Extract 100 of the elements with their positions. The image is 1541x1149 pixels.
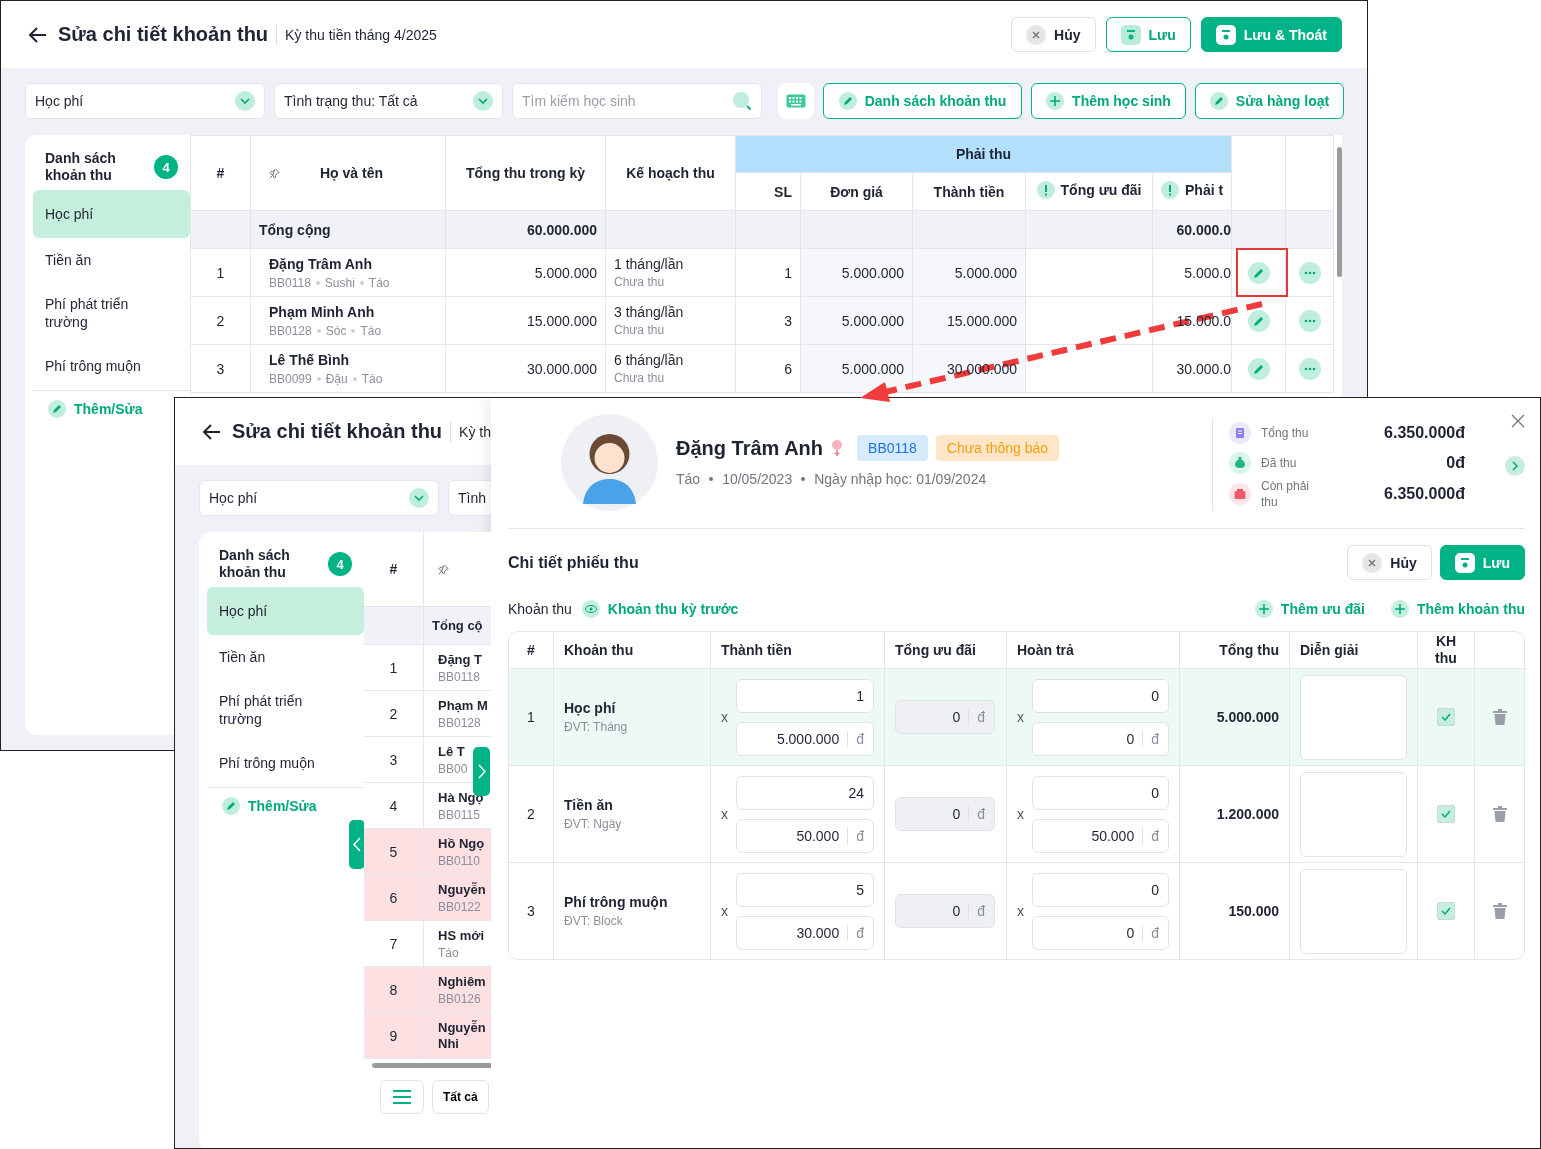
keyboard-button[interactable] (778, 83, 814, 119)
checkbox[interactable] (1437, 708, 1455, 726)
more-icon[interactable] (1298, 261, 1321, 284)
warning-icon (1036, 181, 1055, 199)
student-meta: Sushi (324, 275, 355, 290)
status-select[interactable]: Tình trạng thu: Tất cả (274, 83, 503, 119)
status-text: Chưa thu (614, 371, 665, 385)
pin-icon[interactable] (269, 167, 280, 179)
filter-button[interactable]: Tất cả (432, 1080, 489, 1114)
student-name: Phạm M (438, 697, 489, 714)
save-icon (1454, 552, 1475, 573)
plus-icon (1390, 600, 1409, 618)
column-header: Tổng thu trong kỳ (466, 165, 585, 181)
pencil-icon[interactable] (1247, 357, 1270, 380)
column-header: # (389, 561, 398, 577)
search-field[interactable]: Tìm kiếm học sinh (512, 83, 762, 119)
note-field[interactable] (1300, 674, 1407, 760)
row-number: 9 (389, 1027, 398, 1044)
table-cell: 60.000.000 (526, 221, 597, 238)
column-header: Khoản thu (564, 642, 634, 658)
chevron-down-icon (409, 488, 429, 508)
sidebar-item[interactable]: Phí trông muộn (33, 344, 190, 388)
fee-total: 150.000 (1228, 903, 1279, 919)
sidebar-item[interactable]: Học phí (33, 190, 190, 238)
student-meta: Sóc (325, 323, 347, 338)
note-field[interactable] (1300, 771, 1407, 857)
discount-field: 0 đ (895, 700, 995, 734)
sidebar-item[interactable]: Tiền ăn (33, 238, 190, 282)
back-arrow-icon[interactable] (28, 24, 48, 45)
scrollbar[interactable] (372, 1063, 491, 1068)
pin-icon[interactable] (438, 563, 449, 575)
collapse-tab[interactable] (349, 820, 365, 869)
refund-amount-field[interactable]: 50.000 đ (1032, 818, 1169, 853)
sidebar-item[interactable]: Học phí (207, 587, 364, 635)
pencil-icon[interactable] (1247, 309, 1270, 332)
trash-icon[interactable] (1492, 903, 1507, 919)
form-button[interactable]: Hủy (1347, 545, 1432, 580)
table-cell: 5.000.000 (534, 264, 597, 281)
student-meta: BB0099 (269, 371, 312, 386)
table-row[interactable]: 8 Nghiêm BB0126 (364, 967, 491, 1013)
close-icon (1362, 552, 1383, 573)
refund-amount-field[interactable]: 0 đ (1032, 915, 1169, 950)
refund-quantity-field[interactable]: 0 (1032, 872, 1169, 907)
table-row[interactable]: 6 Nguyễn BB0122 (364, 875, 491, 921)
column-header: Phải t (1185, 182, 1224, 198)
column-header: Tổng thu (1219, 642, 1279, 658)
quantity-field[interactable]: 24 (736, 775, 874, 810)
table-cell: 15.000.000 (946, 312, 1017, 329)
row-number: 5 (389, 843, 398, 860)
sidebar-item[interactable]: Phí trông muộn (207, 741, 364, 785)
refund-quantity-field[interactable]: 0 (1032, 678, 1169, 713)
sidebar-item[interactable]: Tiền ăn (207, 635, 364, 679)
checkbox[interactable] (1437, 805, 1455, 823)
discount-field: 0 đ (895, 797, 995, 831)
student-name: Lê Thế Bình (269, 351, 350, 368)
table-row[interactable]: 5 Hồ Ngọ BB0110 (364, 829, 491, 875)
trash-icon[interactable] (1492, 806, 1507, 822)
scrollbar[interactable] (1337, 147, 1343, 277)
fee-select[interactable]: Học phí (199, 480, 439, 516)
quantity-field[interactable]: 5 (736, 872, 874, 907)
back-arrow-icon[interactable] (202, 421, 222, 442)
trash-icon[interactable] (1492, 709, 1507, 725)
fee-row[interactable]: 1 Học phí ĐVT: Tháng x 1 5.000.000 đ 0 đ x 0 0 đ 5.000.000 (509, 668, 1524, 765)
summary-value: 6.350.000đ (1384, 485, 1465, 503)
quantity-field[interactable]: 1 (736, 678, 874, 713)
chevron-right-icon[interactable] (1505, 456, 1525, 476)
menu-icon (392, 1089, 412, 1105)
student-meta: Ngày nhập học: 01/09/2024 (814, 471, 987, 487)
fee-row[interactable]: 3 Phí trông muộn ĐVT: Block x 5 30.000 đ 0 đ x 0 0 đ 150.000 (509, 862, 1524, 959)
fee-unit: ĐVT: Tháng (564, 720, 628, 734)
fee-row[interactable]: 2 Tiền ăn ĐVT: Ngày x 24 50.000 đ 0 đ x 0 50.000 đ 1.200.000 (509, 765, 1524, 862)
price-field[interactable]: 30.000 đ (736, 915, 874, 950)
fee-name: Học phí (564, 700, 616, 716)
table-row[interactable]: 9 Nguyễn Nhi (364, 1013, 491, 1059)
sidebar-item[interactable]: Phí phát triển trường (207, 679, 364, 741)
pencil-icon[interactable] (1247, 261, 1270, 284)
header-button[interactable]: Hủy (1011, 17, 1096, 52)
keyboard-icon (786, 94, 806, 108)
fee-total: 5.000.000 (1216, 709, 1279, 725)
refund-amount-field[interactable]: 0 đ (1032, 721, 1169, 756)
close-icon[interactable] (1511, 414, 1525, 428)
fee-total: 1.200.000 (1216, 806, 1279, 822)
more-icon[interactable] (1298, 357, 1321, 380)
checkbox[interactable] (1437, 902, 1455, 920)
note-field[interactable] (1300, 868, 1407, 954)
search-icon[interactable] (732, 91, 752, 111)
student-code-tag: BB0118 (857, 435, 928, 461)
student-meta: Táo (360, 323, 382, 338)
status-select[interactable]: Tình (448, 480, 491, 516)
student-name: Nguyễn (438, 881, 487, 898)
section-title: Chi tiết phiếu thu (508, 553, 639, 572)
student-name: HS mới (438, 927, 486, 944)
price-field[interactable]: 50.000 đ (736, 818, 874, 853)
sidebar-item[interactable]: Phí phát triển trường (33, 282, 190, 344)
refund-quantity-field[interactable]: 0 (1032, 775, 1169, 810)
menu-button[interactable] (380, 1080, 424, 1114)
more-icon[interactable] (1298, 309, 1321, 332)
price-field[interactable]: 5.000.000 đ (736, 721, 874, 756)
fee-select[interactable]: Học phí (25, 83, 265, 119)
student-name: Nghiêm (438, 973, 487, 990)
